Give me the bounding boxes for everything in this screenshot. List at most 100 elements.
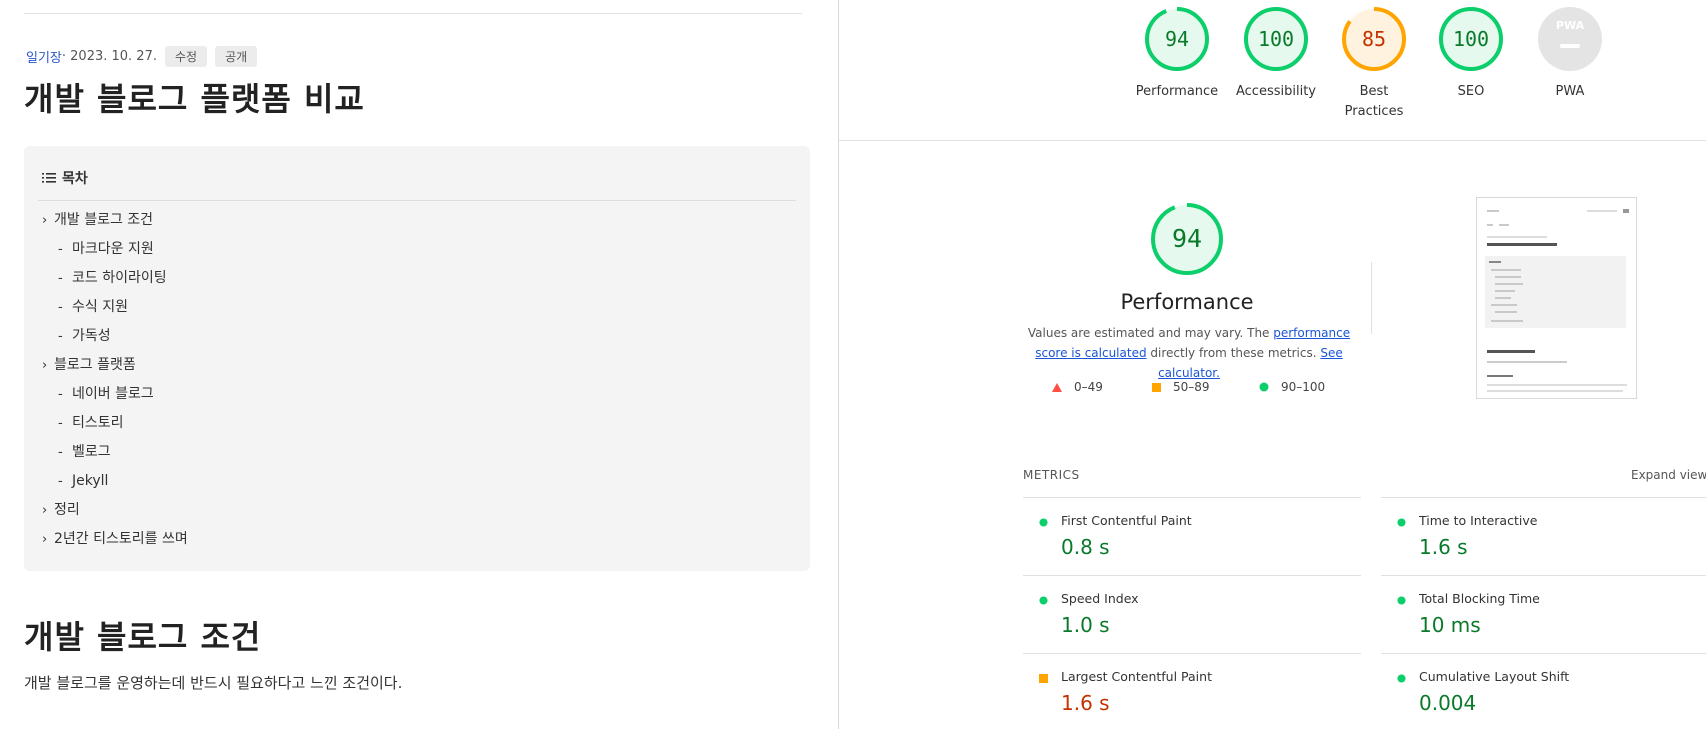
toc-item[interactable]: - 티스토리 — [42, 409, 188, 438]
toc-list: › 개발 블로그 조건 - 마크다운 지원 - 코드 하이라이팅 - 수식 지원 - 가독성 › 블로… — [42, 206, 188, 554]
performance-description: Values are estimated and may vary. The p… — [1023, 323, 1355, 383]
score-label: SEO — [1457, 84, 1485, 99]
score-value: 100 — [1452, 27, 1490, 51]
chevron-right-icon: › — [42, 503, 48, 518]
pwa-badge-icon — [1538, 7, 1602, 71]
lighthouse-report-pane: 94 Performance 100 Accessibility 85 Best Pr… — [839, 0, 1706, 729]
chevron-right-icon: › — [42, 213, 48, 228]
legend-pass-range: 90–100 — [1281, 380, 1326, 394]
toc-item-label: 네이버 블로그 — [72, 386, 154, 402]
toc-item[interactable]: - 네이버 블로그 — [42, 380, 188, 409]
dash-icon: - — [58, 329, 63, 344]
section-paragraph: 개발 블로그를 운영하는데 반드시 필요하다고 느낀 조건이다. — [24, 674, 403, 692]
toc-item-label: 티스토리 — [72, 415, 124, 431]
page-screenshot-thumbnail[interactable] — [1476, 197, 1637, 399]
toc-item[interactable]: › 개발 블로그 조건 — [42, 206, 188, 235]
metric-value: 0.8 s — [1061, 535, 1110, 559]
score-gauge-accessibility[interactable]: 100 — [1243, 6, 1309, 72]
legend-fail-range: 0–49 — [1074, 380, 1103, 394]
metric-value: 10 ms — [1419, 613, 1481, 637]
desc-text-mid: directly from these metrics. — [1146, 346, 1321, 360]
pwa-badge-label: PWA — [1555, 19, 1585, 32]
post-title: 개발 블로그 플랫폼 비교 — [24, 80, 365, 118]
section-heading: 개발 블로그 조건 — [24, 618, 262, 656]
score-gauge-seo[interactable]: 100 — [1438, 6, 1504, 72]
pass-circle-icon — [1397, 596, 1406, 605]
table-of-contents: 목차 › 개발 블로그 조건 - 마크다운 지원 - 코드 하이라이팅 - 수식 지원 - 가독성… — [24, 146, 810, 571]
toc-item[interactable]: › 2년간 티스토리를 쓰며 — [42, 525, 188, 554]
toc-item-label: 코드 하이라이팅 — [72, 270, 167, 286]
score-gauge-performance[interactable]: 94 — [1144, 6, 1210, 72]
dash-icon: - — [58, 271, 63, 286]
toc-item[interactable]: - 벨로그 — [42, 438, 188, 467]
dash-icon: - — [58, 300, 63, 315]
desc-text: Values are estimated and may vary. The — [1027, 326, 1274, 340]
toc-item-label: 2년간 티스토리를 쓰며 — [54, 531, 188, 547]
visibility-badge[interactable]: 공개 — [215, 46, 258, 67]
toc-item-label: 블로그 플랫폼 — [54, 357, 136, 373]
blog-post-pane: 일기장 · 2023. 10. 27. 수정 공개 개발 블로그 플랫폼 비교 … — [0, 0, 838, 729]
metric-label: Total Blocking Time — [1419, 591, 1540, 606]
toc-divider — [38, 200, 796, 201]
score-gauge-pwa[interactable]: PWA — [1537, 6, 1603, 72]
toc-item[interactable]: - 가독성 — [42, 322, 188, 351]
legend-fail: 0–49 — [1052, 380, 1103, 394]
square-icon — [1152, 382, 1161, 392]
toc-item[interactable]: - 마크다운 지원 — [42, 235, 188, 264]
expand-view-toggle[interactable]: Expand view — [1631, 468, 1706, 482]
score-label: Accessibility — [1236, 84, 1316, 99]
post-meta: 일기장 · 2023. 10. 27. 수정 공개 — [26, 46, 258, 67]
summary-divider — [839, 140, 1706, 141]
average-square-icon — [1039, 674, 1048, 683]
toc-item[interactable]: - 코드 하이라이팅 — [42, 264, 188, 293]
triangle-icon — [1052, 382, 1062, 392]
metrics-heading: METRICS — [1023, 468, 1080, 482]
dash-icon: - — [58, 416, 63, 431]
performance-score: 94 — [1171, 224, 1203, 253]
metric-time-to-interactive: Time to Interactive 1.6 s — [1381, 497, 1706, 576]
metric-label: Largest Contentful Paint — [1061, 669, 1212, 684]
post-date: · 2023. 10. 27. — [61, 49, 157, 64]
toc-header: 목차 — [42, 168, 88, 188]
toc-item-label: 벨로그 — [72, 444, 111, 460]
list-icon — [42, 173, 56, 183]
metric-value: 1.0 s — [1061, 613, 1110, 637]
score-value: 94 — [1164, 27, 1190, 51]
toc-title: 목차 — [62, 171, 88, 187]
pass-circle-icon — [1397, 674, 1406, 683]
toc-item-label: 개발 블로그 조건 — [54, 212, 154, 228]
toc-item-label: 정리 — [54, 502, 80, 518]
dash-icon: - — [58, 474, 63, 489]
toc-item[interactable]: - 수식 지원 — [42, 293, 188, 322]
metric-value: 1.6 s — [1061, 691, 1110, 715]
edit-button[interactable]: 수정 — [165, 46, 208, 67]
score-value: 100 — [1257, 27, 1295, 51]
metric-value: 0.004 — [1419, 691, 1477, 715]
performance-gauge-large: 94 — [1150, 202, 1224, 276]
pass-circle-icon — [1039, 596, 1048, 605]
circle-icon — [1259, 382, 1269, 392]
dash-icon: - — [58, 387, 63, 402]
pass-circle-icon — [1039, 518, 1048, 527]
toc-item[interactable]: › 정리 — [42, 496, 188, 525]
metric-largest-contentful-paint: Largest Contentful Paint 1.6 s — [1023, 653, 1361, 732]
chevron-right-icon: › — [42, 532, 48, 547]
perf-divider — [1371, 262, 1372, 334]
toc-item[interactable]: - Jekyll — [42, 467, 188, 496]
toc-item[interactable]: › 블로그 플랫폼 — [42, 351, 188, 380]
score-gauge-best-practices[interactable]: 85 — [1341, 6, 1407, 72]
metric-value: 1.6 s — [1419, 535, 1468, 559]
score-label: Performance — [1135, 84, 1219, 99]
legend-average-range: 50–89 — [1173, 380, 1210, 394]
dash-icon: - — [58, 445, 63, 460]
metric-label: Cumulative Layout Shift — [1419, 669, 1570, 684]
metric-label: First Contentful Paint — [1061, 513, 1192, 528]
metric-first-contentful-paint: First Contentful Paint 0.8 s — [1023, 497, 1361, 576]
legend-average: 50–89 — [1152, 380, 1210, 394]
toc-item-label: 마크다운 지원 — [72, 241, 154, 257]
category-link[interactable]: 일기장 — [26, 47, 62, 66]
pass-circle-icon — [1397, 518, 1406, 527]
metric-speed-index: Speed Index 1.0 s — [1023, 575, 1361, 654]
performance-title: Performance — [1120, 290, 1254, 314]
metric-label: Time to Interactive — [1419, 513, 1538, 528]
